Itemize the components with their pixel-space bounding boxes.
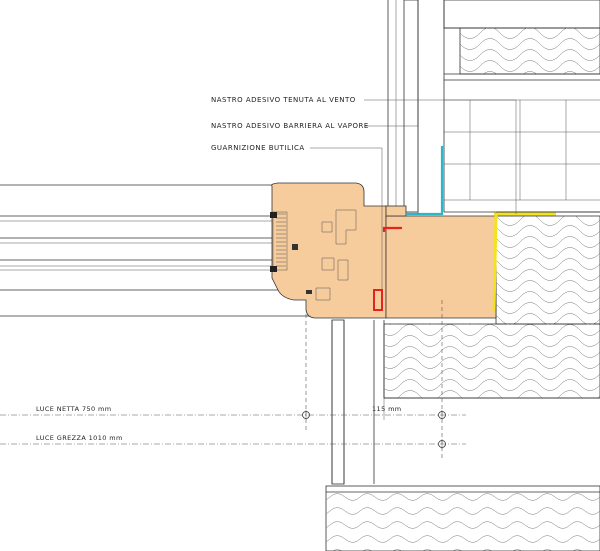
- rough-opening-dimension: LUCE GREZZA 1010 mm: [36, 434, 123, 442]
- wind-tape: [406, 146, 444, 216]
- window-section-drawing: NASTRO ADESIVO TENUTA AL VENTO NASTRO AD…: [0, 0, 600, 551]
- bottom-slab: [325, 485, 600, 551]
- clear-opening-dimension: LUCE NETTA 750 mm: [36, 405, 112, 413]
- top-insulation: [444, 27, 600, 75]
- top-slab: [443, 0, 600, 29]
- glazing: [0, 184, 310, 317]
- offset-dimension: 115 mm: [372, 405, 402, 413]
- window-frame: [385, 215, 497, 319]
- window-sash: [271, 182, 387, 319]
- vapor-tape-label: NASTRO ADESIVO BARRIERA AL VAPORE: [211, 122, 369, 130]
- butyl-gasket-label: GUARNIZIONE BUTILICA: [211, 144, 305, 152]
- wind-tape-label: NASTRO ADESIVO TENUTA AL VENTO: [211, 96, 356, 104]
- frame-sill-step: [385, 205, 407, 217]
